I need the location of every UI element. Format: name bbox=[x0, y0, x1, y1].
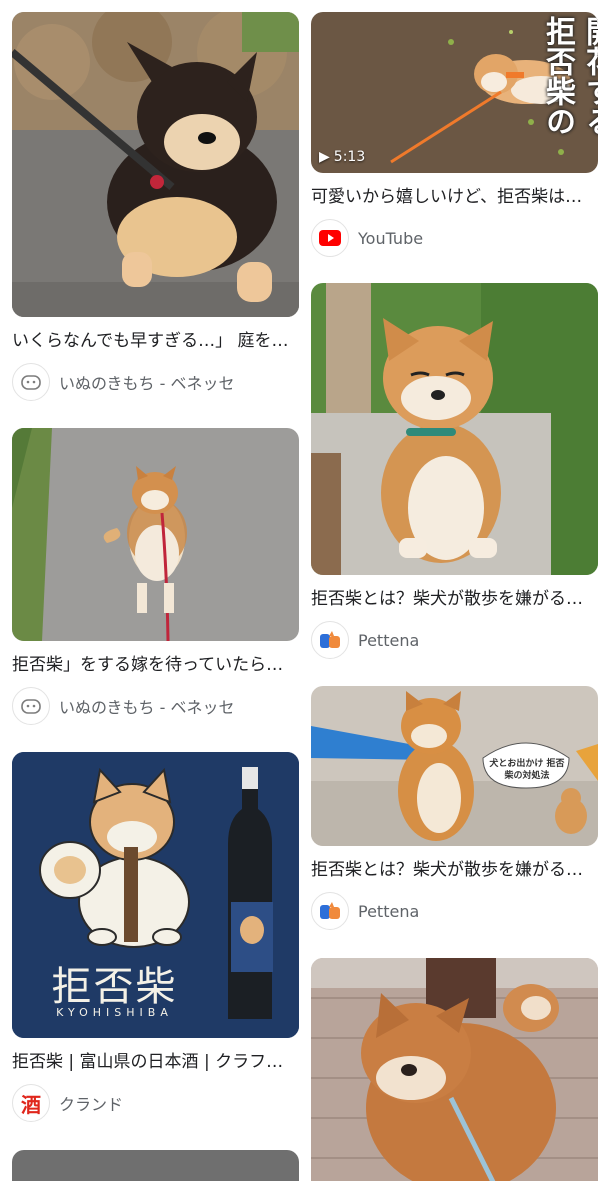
pettena-icon bbox=[311, 892, 349, 930]
result-card-1[interactable]: いくらなんでも早すぎる…」 庭を… いぬのきもち - ベネッセ bbox=[12, 12, 299, 401]
result-source[interactable]: いぬのきもち - ベネッセ bbox=[12, 687, 299, 725]
sake-kanji-icon: 酒 bbox=[12, 1084, 50, 1122]
result-card-8[interactable] bbox=[311, 958, 598, 1181]
result-caption[interactable]: 可愛いから嬉しいけど、拒否柴は… bbox=[311, 185, 598, 209]
shiba-black-image bbox=[12, 12, 299, 317]
result-card-4[interactable] bbox=[12, 1150, 299, 1181]
video-overlay-title: 開花する 拒否柴の bbox=[540, 16, 598, 136]
source-name: いぬのきもち - ベネッセ bbox=[59, 698, 235, 717]
result-card-3[interactable]: 拒否柴 KYOHISHIBA 拒否柴 | 富山県の日本酒 | クラフト… 酒 ク… bbox=[12, 752, 299, 1122]
shiba-brick-image bbox=[311, 958, 598, 1181]
result-source[interactable]: YouTube bbox=[311, 219, 598, 257]
result-image-1[interactable] bbox=[12, 12, 299, 317]
result-caption[interactable]: 拒否柴とは？柴犬が散歩を嫌がる… bbox=[311, 587, 598, 611]
result-caption[interactable]: 拒否柴とは？柴犬が散歩を嫌がる… bbox=[311, 858, 598, 882]
result-caption[interactable]: いくらなんでも早すぎる…」 庭を… bbox=[12, 329, 299, 353]
result-source[interactable]: Pettena bbox=[311, 621, 598, 659]
source-name: Pettena bbox=[358, 901, 420, 921]
bubble-text: 犬とお出かけ 拒否柴の対処法 bbox=[489, 759, 565, 781]
sake-brand-title: 拒否柴 bbox=[51, 964, 178, 1010]
shiba-road-image bbox=[12, 428, 299, 641]
pettena-icon bbox=[311, 621, 349, 659]
youtube-icon bbox=[311, 219, 349, 257]
result-source[interactable]: 酒 クランド bbox=[12, 1084, 299, 1122]
source-name: クランド bbox=[59, 1095, 124, 1114]
sake-brand-subtitle: KYOHISHIBA bbox=[56, 1006, 173, 1019]
result-image-8[interactable] bbox=[311, 958, 598, 1181]
inunokimochi-icon bbox=[12, 687, 50, 725]
result-image-7[interactable]: 犬とお出かけ 拒否柴の対処法 bbox=[311, 686, 598, 846]
result-image-2[interactable] bbox=[12, 428, 299, 641]
result-image-3[interactable]: 拒否柴 KYOHISHIBA bbox=[12, 752, 299, 1038]
result-caption[interactable]: 拒否柴」をする嫁を待っていたら… bbox=[12, 653, 299, 677]
source-name: YouTube bbox=[358, 228, 424, 248]
play-icon: ▶ bbox=[319, 149, 330, 165]
source-name: Pettena bbox=[358, 630, 420, 650]
shiba-park-image bbox=[311, 283, 598, 575]
result-card-5[interactable]: 開花する 拒否柴の ▶ 5:13 可愛いから嬉しいけど、拒否柴は… YouTub… bbox=[311, 12, 598, 257]
result-caption[interactable]: 拒否柴 | 富山県の日本酒 | クラフト… bbox=[12, 1050, 299, 1074]
result-image-4[interactable] bbox=[12, 1150, 299, 1181]
inunokimochi-icon bbox=[12, 363, 50, 401]
result-card-2[interactable]: 拒否柴」をする嫁を待っていたら… いぬのきもち - ベネッセ bbox=[12, 428, 299, 725]
result-image-6[interactable] bbox=[311, 283, 598, 575]
result-source[interactable]: いぬのきもち - ベネッセ bbox=[12, 363, 299, 401]
result-image-5[interactable]: 開花する 拒否柴の ▶ 5:13 bbox=[311, 12, 598, 173]
source-name: いぬのきもち - ベネッセ bbox=[59, 374, 235, 393]
result-card-6[interactable]: 拒否柴とは？柴犬が散歩を嫌がる… Pettena bbox=[311, 283, 598, 659]
video-duration: ▶ 5:13 bbox=[319, 149, 366, 165]
result-source[interactable]: Pettena bbox=[311, 892, 598, 930]
result-card-7[interactable]: 犬とお出かけ 拒否柴の対処法 拒否柴とは？柴犬が散歩を嫌がる… Pettena bbox=[311, 686, 598, 930]
